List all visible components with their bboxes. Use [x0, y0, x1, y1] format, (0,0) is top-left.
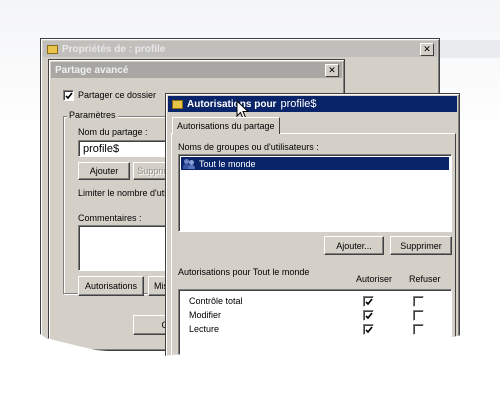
- tab-share-permissions[interactable]: Autorisations du partage: [172, 117, 280, 134]
- torn-edge-overlay: [0, 318, 500, 394]
